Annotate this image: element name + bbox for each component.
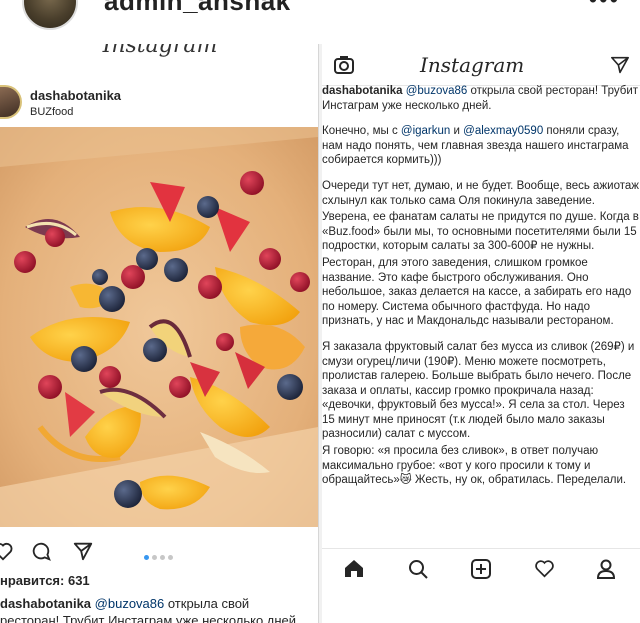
left-post-screenshot: Instagram dashabotanika BUZfood нравится… [0,44,318,623]
search-icon[interactable] [408,559,428,579]
post-username[interactable]: dashabotanika [30,88,121,103]
profile-icon[interactable] [596,559,616,579]
avatar[interactable] [0,85,22,119]
bottom-nav [322,548,640,586]
share-icon[interactable] [72,540,94,562]
caption-username[interactable]: dashabotanika [0,596,91,611]
likes-count[interactable]: нравится: 631 [0,573,90,588]
caption-paragraph: Очереди тут нет, думаю, и не будет. Вооб… [322,179,639,207]
caption-text: и [450,125,464,138]
home-icon[interactable] [344,559,364,578]
send-icon[interactable] [610,56,630,74]
comment-icon[interactable] [30,540,52,562]
carousel-dot [160,555,165,560]
activity-icon[interactable] [534,559,555,578]
instagram-logo: Instagram [102,44,218,58]
add-icon[interactable] [471,559,491,579]
carousel-dot [168,555,173,560]
instagram-logo: Instagram [420,53,525,77]
outer-header: admin_ansnak ••• [0,0,640,44]
camera-icon[interactable] [334,56,354,74]
post-location[interactable]: BUZfood [30,106,73,118]
carousel-dot [152,555,157,560]
caption-text-line2: ресторан! Трубит Инстаграм уже несколько… [0,613,297,623]
caption-text: открыла свой [167,596,250,611]
post-caption: dashabotanika @buzova86 открыла свой рес… [0,595,318,623]
more-dots-icon[interactable]: ••• [589,0,620,14]
carousel-indicator [144,547,176,565]
instagram-top-bar: Instagram [322,44,640,86]
carousel-dot-active [144,555,149,560]
right-post-screenshot: Instagram dashabotanika @buzova86 открыл… [322,44,640,623]
fruit-salad-image [0,127,318,527]
caption-paragraph: Я говорю: «я просила без сливок», в отве… [322,445,627,487]
caption-paragraph: Уверена, ее фанатам салаты не придутся п… [322,211,639,253]
caption-mention[interactable]: @alexmay0590 [463,125,543,137]
caption-paragraph: Ресторан, для этого заведения, слишком г… [322,256,632,328]
outer-username[interactable]: admin_ansnak [104,0,291,17]
heart-icon[interactable] [0,540,14,562]
caption-text: Конечно, мы с [322,125,401,138]
caption-mention[interactable]: @buzova86 [406,85,468,97]
post-caption-full: dashabotanika @buzova86 открыла свой рес… [322,84,640,499]
caption-paragraph: Я заказала фруктовый салат без мусса из … [322,340,635,441]
post-photo[interactable] [0,127,318,527]
caption-username[interactable]: dashabotanika [322,85,403,97]
caption-mention[interactable]: @igarkun [401,125,450,137]
caption-mention[interactable]: @buzova86 [95,596,165,611]
outer-avatar[interactable] [22,0,78,30]
